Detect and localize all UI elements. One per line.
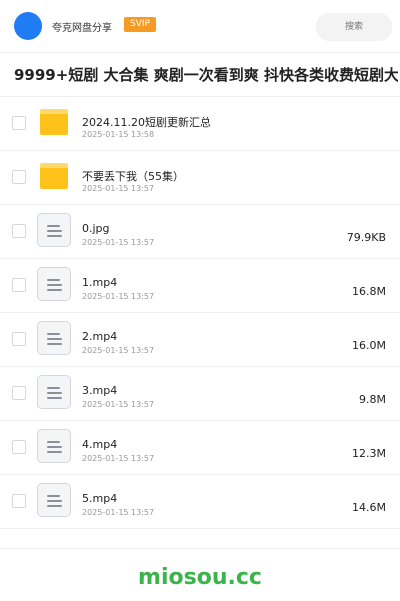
item-date: 2025-01-15 13:58 bbox=[82, 130, 155, 139]
item-name[interactable]: 2024.11.20短剧更新汇总 bbox=[82, 114, 211, 130]
item-name[interactable]: 不要丢下我（55集） bbox=[82, 168, 184, 184]
file-icon bbox=[37, 267, 71, 301]
item-date: 2025-01-15 13:57 bbox=[82, 346, 155, 355]
row-checkbox[interactable] bbox=[12, 224, 26, 238]
row-checkbox[interactable] bbox=[12, 440, 26, 454]
item-size: 16.8M bbox=[352, 285, 386, 298]
list-item[interactable]: 3.mp4 2025-01-15 13:57 9.8M bbox=[0, 367, 400, 421]
svip-badge[interactable]: SVIP bbox=[124, 17, 156, 32]
list-item[interactable]: 0.jpg 2025-01-15 13:57 79.9KB bbox=[0, 205, 400, 259]
item-date: 2025-01-15 13:57 bbox=[82, 454, 155, 463]
item-date: 2025-01-15 13:57 bbox=[82, 508, 155, 517]
row-checkbox[interactable] bbox=[12, 170, 26, 184]
list-item[interactable]: 5.mp4 2025-01-15 13:57 14.6M bbox=[0, 475, 400, 529]
file-icon bbox=[37, 429, 71, 463]
item-name[interactable]: 5.mp4 bbox=[82, 492, 117, 505]
list-item[interactable]: 不要丢下我（55集） 2025-01-15 13:57 bbox=[0, 151, 400, 205]
item-size: 12.3M bbox=[352, 447, 386, 460]
item-size: 79.9KB bbox=[346, 231, 386, 244]
folder-icon bbox=[40, 163, 68, 189]
file-icon bbox=[37, 483, 71, 517]
item-name[interactable]: 0.jpg bbox=[82, 222, 110, 235]
item-size: 9.8M bbox=[359, 393, 386, 406]
brand-watermark: miosou.cc bbox=[138, 565, 262, 590]
list-item[interactable]: 4.mp4 2025-01-15 13:57 12.3M bbox=[0, 421, 400, 475]
item-size: 16.0M bbox=[352, 339, 386, 352]
row-checkbox[interactable] bbox=[12, 494, 26, 508]
top-bar: 夸克网盘分享 SVIP bbox=[0, 0, 400, 53]
item-date: 2025-01-15 13:57 bbox=[82, 184, 155, 193]
item-name[interactable]: 3.mp4 bbox=[82, 384, 117, 397]
item-date: 2025-01-15 13:57 bbox=[82, 238, 155, 247]
item-name[interactable]: 4.mp4 bbox=[82, 438, 117, 451]
file-icon bbox=[37, 321, 71, 355]
row-checkbox[interactable] bbox=[12, 116, 26, 130]
file-icon bbox=[37, 213, 71, 247]
app-name: 夸克网盘分享 bbox=[52, 23, 112, 34]
item-date: 2025-01-15 13:57 bbox=[82, 292, 155, 301]
item-size: 14.6M bbox=[352, 501, 386, 514]
list-item[interactable]: 2024.11.20短剧更新汇总 2025-01-15 13:58 bbox=[0, 97, 400, 151]
row-checkbox[interactable] bbox=[12, 332, 26, 346]
row-checkbox[interactable] bbox=[12, 278, 26, 292]
page-title: 9999+短剧 大合集 爽剧一次看到爽 抖快各类收费短剧大全 bbox=[14, 66, 398, 84]
item-name[interactable]: 1.mp4 bbox=[82, 276, 117, 289]
search-input[interactable] bbox=[316, 13, 392, 41]
file-icon bbox=[37, 375, 71, 409]
folder-icon bbox=[40, 109, 68, 135]
item-name[interactable]: 2.mp4 bbox=[82, 330, 117, 343]
avatar[interactable] bbox=[14, 12, 42, 40]
item-date: 2025-01-15 13:57 bbox=[82, 400, 155, 409]
footer: miosou.cc bbox=[0, 548, 400, 601]
row-checkbox[interactable] bbox=[12, 386, 26, 400]
file-list: 2024.11.20短剧更新汇总 2025-01-15 13:58 不要丢下我（… bbox=[0, 96, 400, 529]
list-item[interactable]: 1.mp4 2025-01-15 13:57 16.8M bbox=[0, 259, 400, 313]
list-item[interactable]: 2.mp4 2025-01-15 13:57 16.0M bbox=[0, 313, 400, 367]
